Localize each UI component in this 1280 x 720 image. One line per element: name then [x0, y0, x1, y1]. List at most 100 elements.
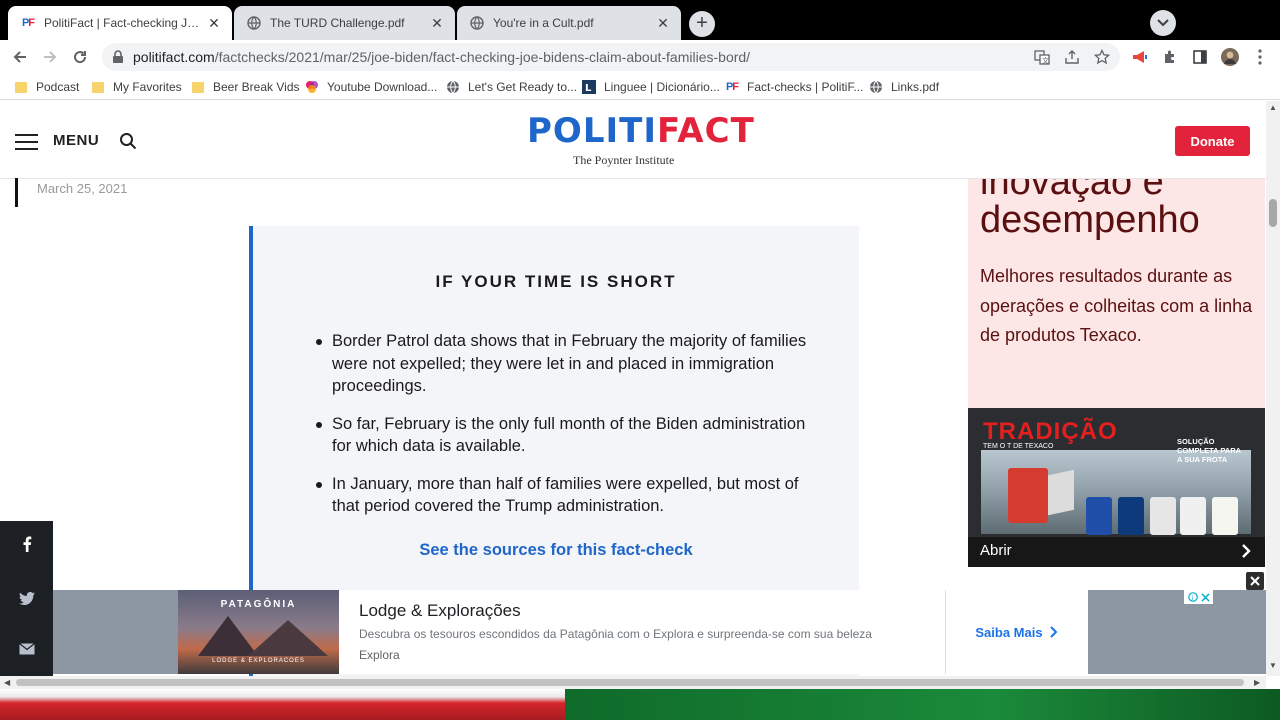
product-can-icon: [1118, 497, 1144, 535]
vertical-scrollbar[interactable]: ▲ ▼: [1266, 101, 1280, 676]
article-date: March 25, 2021: [37, 181, 128, 196]
site-header: MENU POLITIFACT The Poynter Institute Do…: [0, 101, 1266, 179]
linguee-icon: L: [582, 80, 596, 94]
more-menu-icon[interactable]: [1251, 48, 1269, 66]
chevron-down-icon: [1157, 19, 1169, 27]
new-tab-button[interactable]: +: [689, 11, 715, 37]
logo-subtitle: The Poynter Institute: [573, 153, 675, 167]
url-text: politifact.com/factchecks/2021/mar/25/jo…: [133, 49, 750, 65]
reload-button[interactable]: [68, 45, 92, 69]
share-icon[interactable]: [1064, 49, 1080, 65]
bookmark-label: My Favorites: [113, 80, 182, 94]
bookmark-my-favorites[interactable]: My Favorites: [91, 78, 182, 96]
close-ad-icon[interactable]: [1246, 572, 1264, 590]
date-accent-bar: [15, 178, 18, 207]
bookmark-podcast[interactable]: Podcast: [14, 78, 79, 96]
search-icon[interactable]: [119, 132, 137, 155]
folder-icon: [191, 80, 205, 94]
tab-search-button[interactable]: [1150, 10, 1176, 36]
translate-icon[interactable]: 文: [1034, 49, 1050, 65]
close-tab-icon[interactable]: ✕: [655, 15, 671, 31]
folder-icon: [14, 80, 28, 94]
background-red-area: [0, 689, 565, 720]
horizontal-scrollbar[interactable]: ◀ ▶: [0, 676, 1266, 689]
patagonia-thumbnail: PATAGÔNIA LODGE & EXPLORACOES: [178, 590, 339, 674]
scroll-left-arrow-icon[interactable]: ◀: [4, 676, 10, 689]
globe-icon: [246, 15, 262, 31]
bookmark-label: Beer Break Vids: [213, 80, 300, 94]
ad-image-tagline: TEM O T DE TEXACO: [983, 443, 1054, 450]
facebook-icon: [23, 536, 31, 552]
tab-cult-pdf[interactable]: You're in a Cult.pdf ✕: [457, 6, 681, 40]
adchoices-icon[interactable]: i: [1184, 590, 1213, 604]
tab-politifact[interactable]: PF PolitiFact | Fact-checking Joe Biden'…: [8, 6, 232, 40]
texaco-ad-image[interactable]: TRADIÇÃO TEM O T DE TEXACO SOLUÇÃO COMPL…: [968, 408, 1265, 567]
desktop-background-strip: [0, 689, 1280, 720]
chevron-right-icon: [1241, 543, 1251, 564]
bookmark-label: Links.pdf: [891, 80, 940, 94]
svg-text:L: L: [585, 83, 592, 94]
bookmark-links-pdf[interactable]: Links.pdf: [869, 78, 939, 96]
truck-cab-shape: [1008, 468, 1048, 523]
twitter-icon: [18, 592, 35, 605]
reload-icon: [74, 51, 87, 64]
bookmark-lets-get-ready[interactable]: Let's Get Ready to...: [446, 78, 577, 96]
bookmark-label: Linguee | Dicionário...: [604, 80, 720, 94]
tab-title: The TURD Challenge.pdf: [270, 16, 405, 30]
mountain-shape: [248, 620, 328, 656]
politifact-icon: PF: [725, 81, 739, 93]
tldr-heading: IF YOUR TIME IS SHORT: [435, 272, 677, 291]
ad-card[interactable]: PATAGÔNIA LODGE & EXPLORACOES Lodge & Ex…: [178, 590, 1213, 674]
donate-button[interactable]: Donate: [1175, 126, 1250, 156]
url-host: politifact.com: [133, 49, 215, 65]
bookmark-label: Fact-checks | PolitiF...: [747, 80, 864, 94]
email-share-button[interactable]: [0, 626, 53, 671]
cta-label: Saiba Mais: [975, 624, 1043, 640]
side-panel-icon[interactable]: [1191, 48, 1209, 66]
close-tab-icon[interactable]: ✕: [429, 15, 445, 31]
twitter-share-button[interactable]: [0, 576, 53, 621]
globe-icon: [869, 80, 883, 94]
tab-title: PolitiFact | Fact-checking Joe Biden's c…: [44, 16, 200, 30]
svg-text:文: 文: [1042, 56, 1049, 65]
megaphone-extension-icon[interactable]: [1131, 48, 1149, 66]
envelope-icon: [18, 642, 35, 654]
bookmark-linguee[interactable]: L Linguee | Dicionário...: [582, 78, 720, 96]
close-tab-icon[interactable]: ✕: [206, 15, 222, 31]
scroll-right-arrow-icon[interactable]: ▶: [1254, 676, 1260, 689]
horizontal-scroll-thumb[interactable]: [16, 679, 1244, 686]
product-can-icon: [1180, 497, 1206, 535]
tldr-bullet: In January, more than half of families w…: [316, 473, 822, 518]
product-can-icon: [1086, 497, 1112, 535]
bookmark-star-icon[interactable]: [1093, 48, 1111, 65]
ad-open-bar[interactable]: Abrir: [968, 537, 1265, 567]
scroll-down-arrow-icon[interactable]: ▼: [1269, 661, 1277, 670]
back-button[interactable]: [8, 45, 32, 69]
share-rail: [0, 521, 53, 676]
facebook-share-button[interactable]: [0, 521, 53, 566]
address-bar[interactable]: politifact.com/factchecks/2021/mar/25/jo…: [102, 43, 1120, 71]
scroll-up-arrow-icon[interactable]: ▲: [1269, 103, 1277, 112]
bookmark-youtube-download[interactable]: Youtube Download...: [305, 78, 437, 96]
saiba-mais-button[interactable]: Saiba Mais: [945, 590, 1088, 674]
ad-title: Lodge & Explorações: [359, 601, 521, 620]
logo-fact: FACT: [656, 111, 755, 151]
politifact-logo[interactable]: POLITIFACT: [527, 111, 755, 151]
menu-button[interactable]: MENU: [53, 132, 99, 149]
folder-icon: [91, 80, 105, 94]
thumbnail-subtitle: LODGE & EXPLORACOES: [212, 658, 305, 664]
texaco-ad-text[interactable]: inovação e desempenho Melhores resultado…: [968, 179, 1265, 408]
bookmark-label: Youtube Download...: [327, 80, 438, 94]
bookmark-label: Podcast: [36, 80, 80, 94]
ad-body: Melhores resultados durante as operações…: [980, 266, 1253, 345]
browser-toolbar: politifact.com/factchecks/2021/mar/25/jo…: [0, 40, 1280, 74]
sources-link[interactable]: See the sources for this fact-check: [253, 541, 859, 560]
bookmark-politifact-factchecks[interactable]: PF Fact-checks | PolitiF...: [725, 78, 864, 96]
tab-turd-challenge[interactable]: The TURD Challenge.pdf ✕: [234, 6, 455, 40]
forward-button[interactable]: [38, 45, 62, 69]
vertical-scroll-thumb[interactable]: [1269, 199, 1277, 227]
extensions-puzzle-icon[interactable]: [1161, 48, 1179, 66]
hamburger-menu-icon[interactable]: [15, 134, 38, 150]
profile-avatar-icon[interactable]: [1221, 48, 1239, 66]
bookmark-beer-break-vids[interactable]: Beer Break Vids: [191, 78, 300, 96]
